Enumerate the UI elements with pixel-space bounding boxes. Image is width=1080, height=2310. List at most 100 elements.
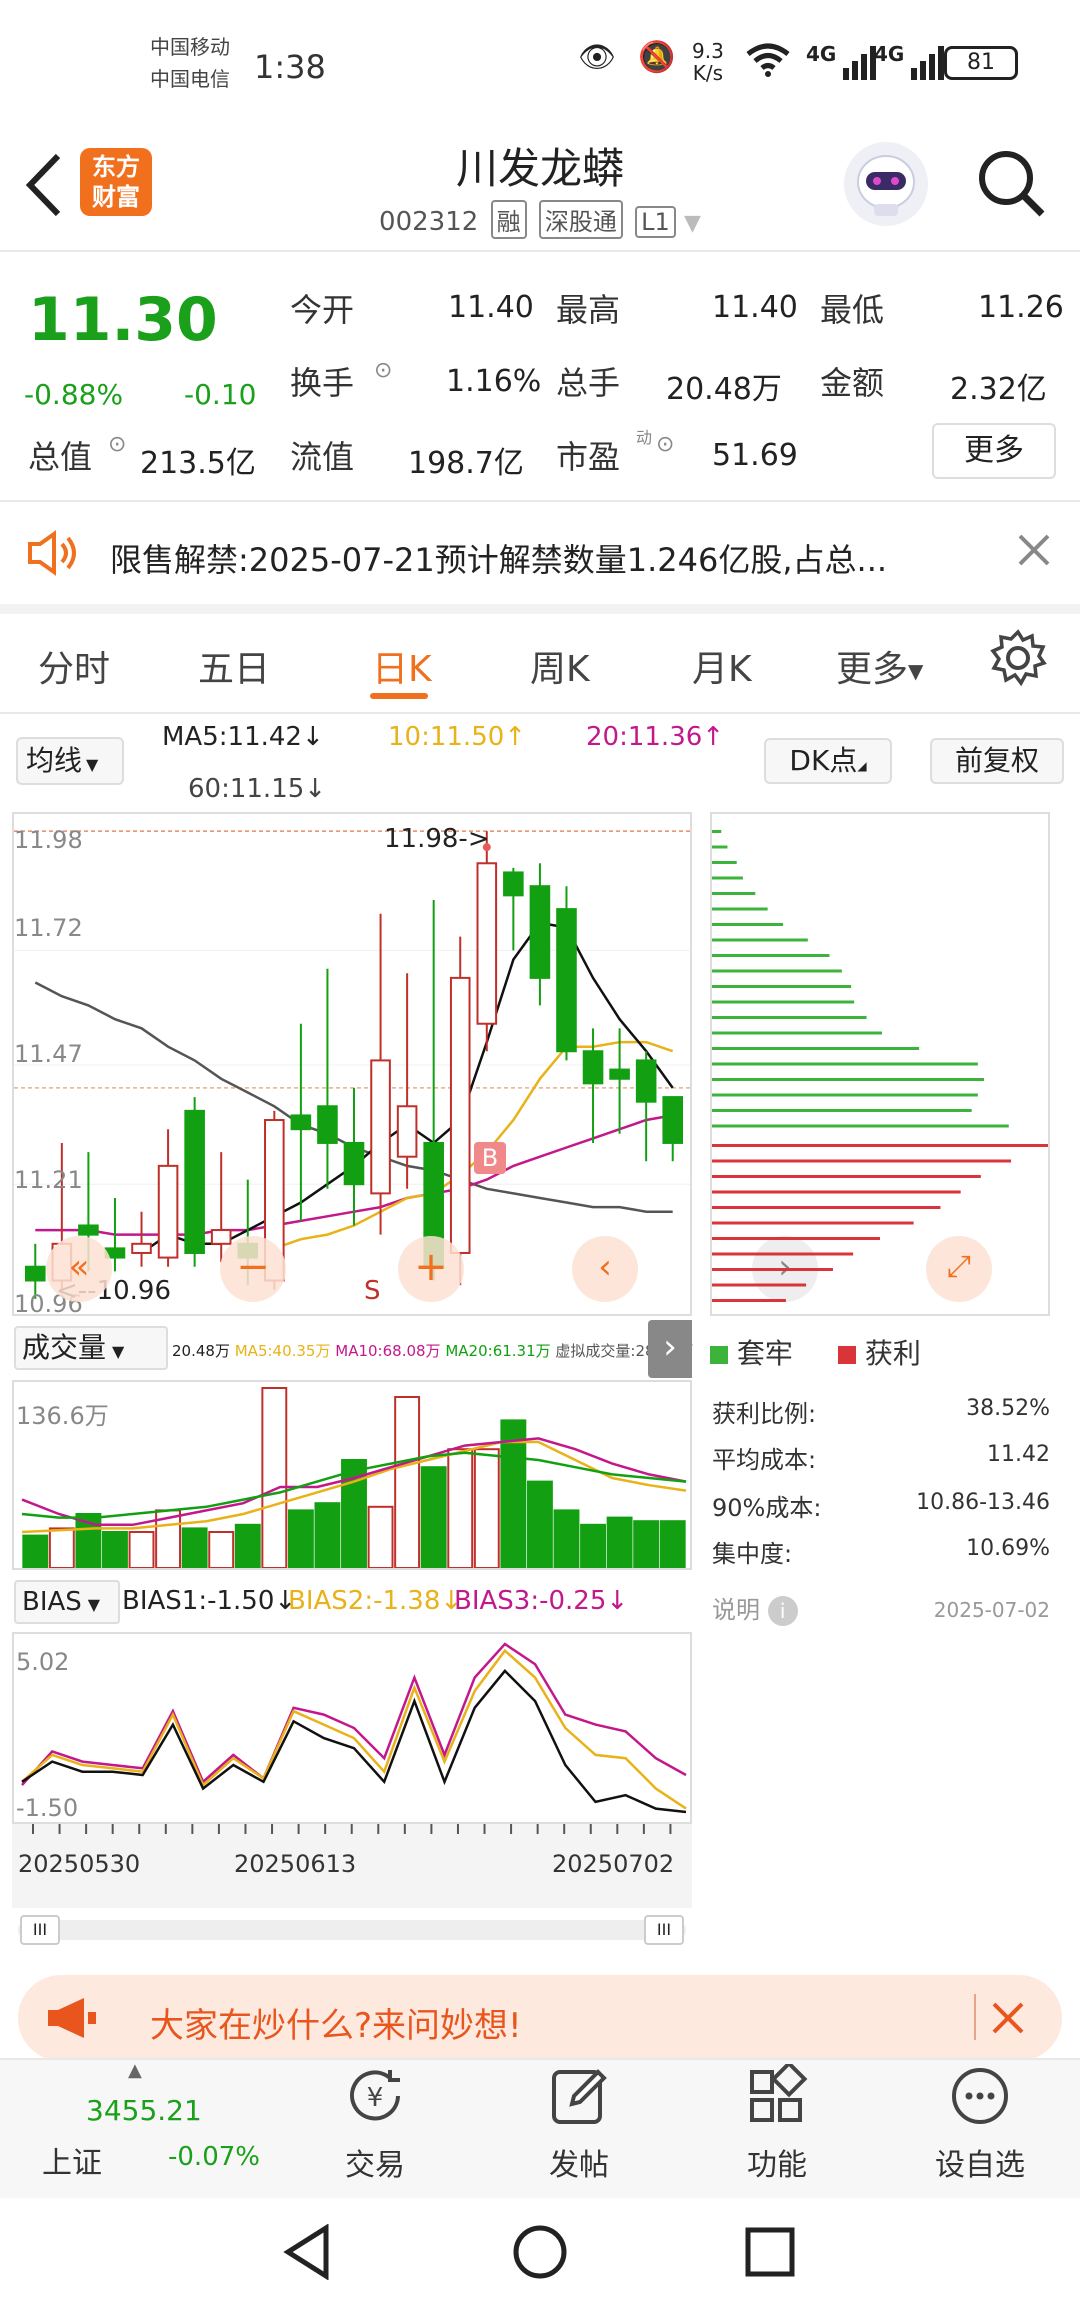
bias-panel[interactable] (12, 1632, 692, 1824)
legend-profit-label: 获利 (864, 1337, 921, 1370)
date-label-1: 20250613 (234, 1850, 357, 1878)
candle-14 (396, 973, 418, 1189)
nav-functions[interactable]: 功能 (722, 2060, 832, 2184)
nav-add-watchlist[interactable]: 设自选 (920, 2064, 1040, 2184)
indicator-select-label: 均线 (26, 744, 83, 777)
volume-bar-7 (208, 1531, 235, 1569)
open-value: 11.40 (448, 290, 534, 325)
chip-bar-trapped-5 (712, 907, 768, 911)
chip-bar-trapped-10 (712, 985, 852, 988)
explain-link[interactable]: 说明 i (712, 1590, 798, 1626)
robot-avatar-icon[interactable] (844, 142, 928, 226)
candle-13 (370, 913, 391, 1235)
nav-trade[interactable]: ¥ 交易 (320, 2064, 430, 2184)
amount-value: 2.32亿 (950, 372, 1047, 407)
volume-select[interactable]: 成交量 ▼ (14, 1326, 168, 1370)
signal-4g-2-icon: 4G (874, 42, 949, 86)
tab-daily-k[interactable]: 日K (372, 640, 432, 692)
section-gap (0, 604, 1080, 614)
caret-down-icon: ▼ (684, 211, 701, 236)
nav-add-watchlist-label: 设自选 (935, 2148, 1025, 2183)
volume-bar-3 (102, 1531, 128, 1569)
chip-bar-profit-8 (712, 1268, 833, 1271)
range-scrollbar[interactable] (18, 1920, 686, 1940)
candle-23 (635, 1051, 657, 1162)
candle-body-18 (503, 871, 524, 897)
info-dots-icon[interactable]: ⊙ (108, 432, 126, 457)
volume-value: 20.48万 (666, 372, 782, 407)
search-icon[interactable] (976, 148, 1048, 224)
candle-body-20 (556, 908, 577, 1053)
ai-banner-text: 大家在炒什么?来问妙想! (150, 2006, 522, 2046)
bias-select[interactable]: BIAS ▼ (14, 1580, 120, 1624)
battery-icon: 81 (944, 46, 1018, 80)
index-value[interactable]: 3455.21 (86, 2094, 202, 2127)
info-dots-icon[interactable]: ⊙ (374, 358, 392, 383)
system-recents-icon[interactable] (744, 2226, 796, 2282)
volume-y-label: 136.6万 (16, 1402, 109, 1430)
chip-panel[interactable] (710, 812, 1050, 1318)
candle-body-23 (635, 1059, 657, 1103)
legend-profit-swatch (838, 1346, 856, 1364)
ma10-value: 10:11.50↑ (388, 722, 527, 752)
gear-icon[interactable] (988, 628, 1048, 692)
tag-level: L1 (635, 206, 676, 238)
zoom-out-icon[interactable]: − (220, 1236, 286, 1302)
range-handle-right[interactable]: III (644, 1915, 684, 1945)
wifi-icon (744, 40, 792, 88)
chip-bar-trapped-9 (712, 969, 842, 973)
close-icon[interactable] (990, 2000, 1026, 2040)
last-price: 11.30 (28, 285, 218, 355)
more-quote-button[interactable]: 更多 (932, 423, 1056, 479)
tab-more[interactable]: 更多▼ (836, 640, 923, 692)
zoom-in-icon[interactable]: + (398, 1236, 464, 1302)
candle-body-16 (449, 976, 471, 1254)
nav-post-label: 发帖 (549, 2148, 609, 2183)
close-icon[interactable] (1016, 532, 1052, 572)
volume-info-ma5: MA5:40.35万 (234, 1342, 331, 1360)
system-back-icon[interactable] (282, 2223, 334, 2284)
index-change[interactable]: -0.07% (168, 2142, 260, 2172)
concentration-value: 10.69% (966, 1536, 1050, 1561)
candle-body-24 (662, 1096, 684, 1144)
tab-minute[interactable]: 分时 (38, 640, 110, 692)
amount-label: 金额 (820, 364, 885, 402)
sell-marker[interactable]: S (364, 1276, 381, 1306)
chip-bar-trapped-1 (712, 845, 728, 849)
dk-point-button[interactable]: DK点◢ (764, 738, 892, 784)
indicator-select[interactable]: 均线 ▼ (16, 737, 124, 785)
nav-post[interactable]: 发帖 (524, 2064, 634, 2184)
ma5-value: MA5:11.42↓ (162, 722, 324, 752)
legend-profit: 获利 (838, 1332, 921, 1372)
tab-monthly-k[interactable]: 月K (692, 640, 752, 692)
candle-12 (343, 1087, 365, 1226)
range-handle-left[interactable]: III (20, 1915, 60, 1945)
rewind-icon[interactable]: « (46, 1236, 112, 1302)
dk-point-label: DK点 (789, 744, 858, 777)
index-name[interactable]: 上证 (42, 2138, 102, 2182)
chevron-left-icon[interactable]: ‹ (572, 1236, 638, 1302)
info-dots-icon[interactable]: ⊙ (656, 432, 674, 457)
turnover-label: 换手 (290, 364, 355, 402)
change-pct: -0.88% (24, 378, 124, 411)
volume-bar-14 (394, 1396, 421, 1569)
chip-bar-trapped-11 (712, 1000, 855, 1004)
pe-label: 市盈 (556, 438, 621, 476)
chip-bar-profit-7 (712, 1252, 854, 1256)
volume-bar-1 (48, 1527, 75, 1569)
forward-adjust-button[interactable]: 前复权 (930, 738, 1064, 784)
total-mv-value: 213.5亿 (140, 446, 256, 481)
nav-functions-label: 功能 (747, 2148, 807, 2183)
candle-body-7 (210, 1229, 232, 1245)
panel-expand-arrow-icon[interactable]: › (648, 1320, 692, 1378)
system-home-icon[interactable] (512, 2224, 568, 2284)
tab-weekly-k[interactable]: 周K (530, 640, 590, 692)
info-icon: i (767, 1596, 798, 1626)
date-label-2: 20250702 (552, 1850, 675, 1878)
volume-bar-22 (606, 1516, 633, 1570)
total-mv-label: 总值 (28, 438, 93, 476)
tab-five-day[interactable]: 五日 (198, 640, 270, 692)
buy-marker[interactable]: B (474, 1142, 506, 1174)
volume-panel[interactable] (12, 1380, 692, 1570)
bias-y-bottom: -1.50 (16, 1794, 79, 1822)
